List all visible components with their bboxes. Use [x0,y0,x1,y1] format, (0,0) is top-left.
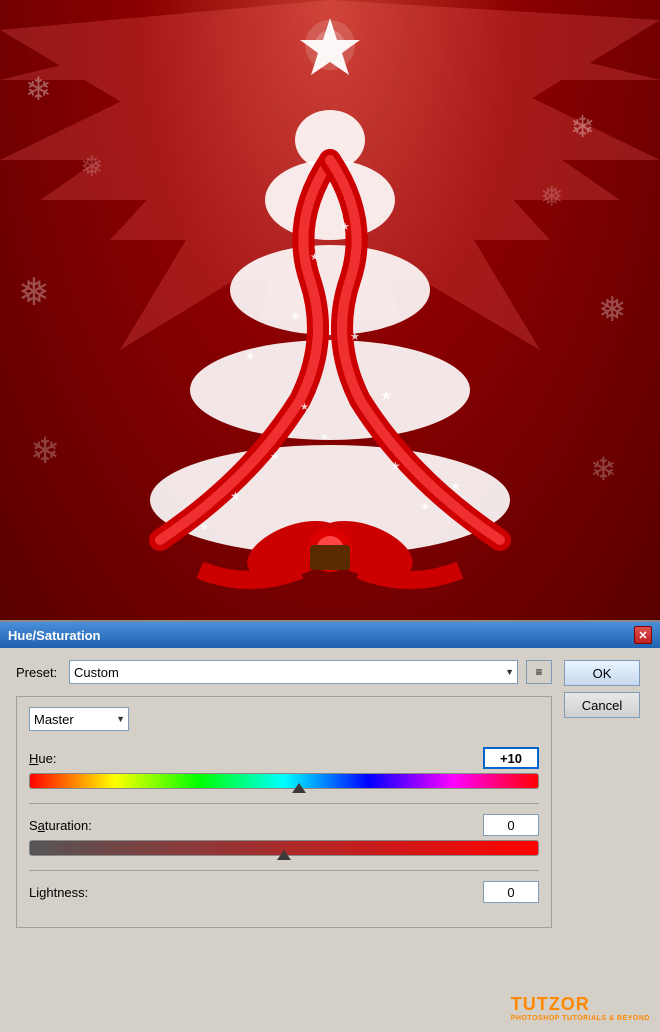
hue-input[interactable] [483,747,539,769]
hue-label: Hue: [29,751,56,766]
hue-label-row: Hue: [29,747,539,769]
saturation-track[interactable] [29,840,539,856]
brand-watermark: TUTZOR PHOTOSHOP TUTORIALS & BEYOND [511,994,650,1022]
svg-text:★: ★ [450,479,461,493]
preset-select-wrapper: Custom [69,660,518,684]
hue-row: Hue: [29,747,539,789]
snowflake-1: ❄ [25,70,52,108]
brand-text-2: ZOR [549,994,590,1014]
svg-text:★: ★ [270,451,280,463]
snowflake-2: ❄ [570,110,595,145]
saturation-input[interactable] [483,814,539,836]
svg-text:★: ★ [290,309,301,323]
svg-text:★: ★ [350,331,360,343]
dialog-left-panel: Preset: Custom ≡ Master [16,660,552,936]
dialog-body: Preset: Custom ≡ Master [0,648,660,948]
svg-text:★: ★ [320,432,329,443]
image-canvas: ★ ★ ★ ★ ★ ★ ★ ★ ★ ★ ★ ★ ★ ★ ❄ ❄ ❅ ❅ ❄ ❄ … [0,0,660,620]
hue-saturation-dialog: Hue/Saturation ✕ Preset: Custom ≡ [0,620,660,1032]
channel-select-wrapper: Master [29,707,129,731]
dialog-right-panel: OK Cancel [564,660,644,936]
svg-text:★: ★ [420,501,430,513]
saturation-thumb[interactable] [277,850,291,860]
dialog-titlebar: Hue/Saturation ✕ [0,622,660,648]
preset-select[interactable]: Custom [69,660,518,684]
lightness-row: Lightness: [29,881,539,903]
cancel-button[interactable]: Cancel [564,692,640,718]
preset-row: Preset: Custom ≡ [16,660,552,684]
hue-thumb[interactable] [292,783,306,793]
close-button[interactable]: ✕ [634,626,652,644]
channel-select[interactable]: Master [29,707,129,731]
ok-button[interactable]: OK [564,660,640,686]
snowflake-4: ❅ [598,290,627,330]
saturation-label: Saturation: [29,818,92,833]
svg-text:★: ★ [310,252,319,263]
snowflake-5: ❄ [30,430,60,472]
snowflake-6: ❄ [590,450,617,488]
brand-text-1: TUT [511,994,549,1014]
lightness-input[interactable] [483,881,539,903]
inner-panel: Master Hue: [16,696,552,928]
snowflake-7: ❅ [80,150,103,183]
channel-row: Master [29,707,539,731]
snowflake-3: ❅ [18,270,50,315]
preset-menu-icon[interactable]: ≡ [526,660,552,684]
hue-track[interactable] [29,773,539,789]
svg-text:★: ★ [340,221,350,233]
svg-text:★: ★ [230,489,241,503]
preset-label: Preset: [16,665,61,680]
saturation-row: Saturation: [29,814,539,856]
snowflake-8: ❅ [540,180,563,213]
svg-text:★: ★ [200,522,209,533]
dialog-title: Hue/Saturation [8,628,100,643]
svg-text:★: ★ [300,402,309,413]
svg-text:★: ★ [245,349,256,363]
svg-text:★: ★ [380,387,393,403]
brand-sub: PHOTOSHOP TUTORIALS & BEYOND [511,1015,650,1022]
svg-text:★: ★ [390,459,401,473]
lightness-label: Lightness: [29,885,88,900]
lightness-label-row: Lightness: [29,881,539,903]
saturation-label-row: Saturation: [29,814,539,836]
